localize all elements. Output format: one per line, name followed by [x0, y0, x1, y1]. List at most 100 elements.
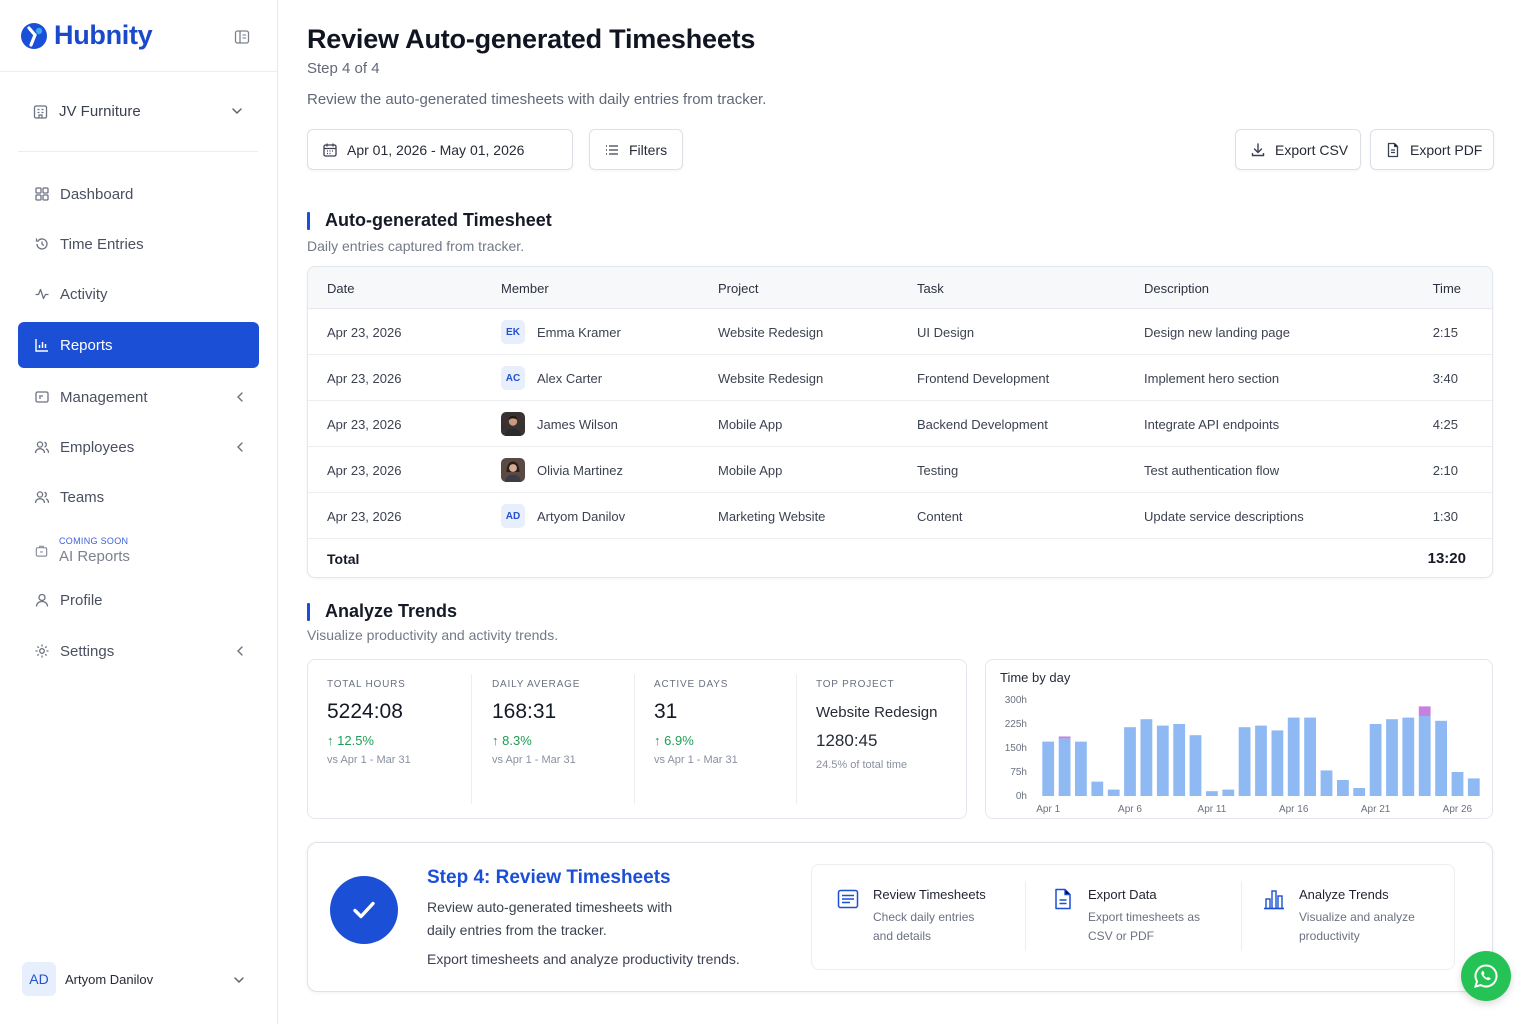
sidebar-item-profile[interactable]: Profile: [18, 577, 259, 623]
stat-caption: TOP PROJECT: [816, 679, 895, 690]
cell-member: Alex Carter: [537, 371, 603, 386]
cell-date: Apr 23, 2026: [327, 417, 402, 432]
chart-bar[interactable]: [1418, 716, 1431, 796]
sidebar-item-settings[interactable]: Settings: [18, 628, 259, 674]
cell-member: James Wilson: [537, 417, 618, 432]
chart-bar-segment[interactable]: [1418, 706, 1431, 716]
chart-bar[interactable]: [1451, 772, 1464, 796]
user-menu[interactable]: AD Artyom Danilov: [22, 962, 258, 996]
stat-delta-value: 12.5%: [337, 733, 374, 748]
chart-bar[interactable]: [1140, 719, 1153, 796]
export-pdf-button[interactable]: Export PDF: [1370, 129, 1494, 170]
chart-bar[interactable]: [1287, 717, 1300, 796]
sidebar-item-time-entries[interactable]: Time Entries: [18, 221, 259, 267]
chart-bar[interactable]: [1255, 725, 1267, 796]
sidebar-item-employees[interactable]: Employees: [18, 424, 259, 470]
chart-bar[interactable]: [1353, 788, 1366, 796]
whatsapp-support-button[interactable]: [1461, 951, 1511, 1001]
cell-time: 2:10: [1432, 463, 1458, 478]
step-summary-card: Step 4: Review Timesheets Review auto-ge…: [307, 842, 1493, 992]
user-icon: [35, 593, 49, 607]
sidebar-item-teams[interactable]: Teams: [18, 474, 259, 520]
chart-bar-segment[interactable]: [1058, 736, 1071, 739]
stat-delta: ↑ 12.5%: [327, 733, 411, 748]
feature-description: Export timesheets as: [1088, 910, 1201, 924]
chart-bar[interactable]: [1042, 741, 1055, 796]
chevron-down-icon: [234, 977, 244, 984]
chart-bar[interactable]: [1320, 770, 1333, 796]
filters-button[interactable]: Filters: [589, 129, 683, 170]
chart-bar[interactable]: [1402, 717, 1415, 796]
sidebar-item-management[interactable]: Management: [18, 374, 259, 420]
org-switcher[interactable]: JV Furniture: [18, 92, 258, 130]
sidebar-item-label: Settings: [60, 642, 115, 660]
chart-bar[interactable]: [1238, 727, 1251, 796]
sidebar-item-dashboard[interactable]: Dashboard: [18, 171, 259, 217]
stat-caption: DAILY AVERAGE: [492, 679, 581, 690]
brand-name: Hubnity: [54, 20, 153, 50]
chart-bar[interactable]: [1206, 791, 1218, 796]
collapse-sidebar-icon[interactable]: [234, 29, 250, 45]
chart-bar[interactable]: [1189, 735, 1202, 796]
check-icon: [353, 901, 375, 919]
stat-daily-average: DAILY AVERAGE 168:31 ↑ 8.3% vs Apr 1 - M…: [492, 674, 580, 804]
column-header-task[interactable]: Task: [917, 281, 944, 296]
chart-bar[interactable]: [1091, 781, 1104, 796]
sidebar-item-label: Reports: [60, 336, 113, 354]
sidebar-item-label: Dashboard: [60, 185, 134, 203]
column-header-description[interactable]: Description: [1144, 281, 1209, 296]
cell-description: Integrate API endpoints: [1144, 417, 1280, 432]
chart-bar[interactable]: [1386, 719, 1398, 796]
top-project-name: Website Redesign: [816, 704, 938, 721]
y-tick-label: 150h: [1005, 743, 1027, 754]
chart-bar[interactable]: [1467, 778, 1480, 796]
chart-bar[interactable]: [1304, 717, 1316, 796]
chart-bar[interactable]: [1222, 789, 1235, 796]
brand-logo[interactable]: Hubnity: [20, 20, 153, 51]
stat-delta: ↑ 8.3%: [492, 733, 580, 748]
sidebar-item-reports[interactable]: Reports: [18, 322, 259, 368]
chart-bar[interactable]: [1369, 724, 1382, 796]
column-header-member[interactable]: Member: [501, 281, 549, 296]
cell-date: Apr 23, 2026: [327, 463, 402, 478]
date-range-picker[interactable]: Apr 01, 2026 - May 01, 2026: [307, 129, 573, 170]
chart-bar[interactable]: [1435, 720, 1447, 796]
main-content: Review Auto-generated Timesheets Step 4 …: [278, 0, 1536, 1024]
cell-project: Marketing Website: [718, 509, 826, 524]
chart-bar[interactable]: [1107, 789, 1120, 796]
table-row[interactable]: Apr 23, 2026 Olivia Martinez Mobile App …: [308, 447, 1492, 493]
table-row[interactable]: Apr 23, 2026 James Wilson Mobile App Bac…: [308, 401, 1492, 447]
table-row[interactable]: Apr 23, 2026 AD Artyom Danilov Marketing…: [308, 493, 1492, 539]
avatar-photo: [501, 458, 525, 482]
stat-value: 31: [654, 700, 678, 723]
column-header-project[interactable]: Project: [718, 281, 758, 296]
sidebar-item-label: Time Entries: [60, 235, 144, 253]
chart-bar[interactable]: [1173, 724, 1186, 796]
chart-bar[interactable]: [1271, 730, 1284, 796]
sidebar-item-label: Teams: [60, 488, 105, 506]
chart-bar[interactable]: [1337, 780, 1349, 796]
chart-bar[interactable]: [1058, 738, 1071, 796]
chevron-left-icon: [237, 646, 243, 656]
table-row[interactable]: Apr 23, 2026 EK Emma Kramer Website Rede…: [308, 309, 1492, 355]
feature-title: Export Data: [1088, 887, 1157, 902]
column-header-time[interactable]: Time: [1433, 281, 1461, 296]
coming-soon-badge: COMING SOON: [59, 535, 129, 546]
feature-description: productivity: [1299, 929, 1360, 943]
table-row[interactable]: Apr 23, 2026 AC Alex Carter Website Rede…: [308, 355, 1492, 401]
building-icon: [33, 104, 48, 119]
chart-bar[interactable]: [1075, 741, 1087, 796]
cell-task: Content: [917, 509, 963, 524]
sidebar: Hubnity JV Furniture Dashboard Time Entr…: [0, 0, 278, 1024]
cell-time: 1:30: [1432, 509, 1458, 524]
sidebar-item-activity[interactable]: Activity: [18, 271, 259, 317]
cell-project: Mobile App: [718, 463, 783, 478]
avatar: AC: [501, 366, 525, 390]
chart-bar[interactable]: [1156, 725, 1169, 796]
export-csv-button[interactable]: Export CSV: [1235, 129, 1361, 170]
stat-delta-value: 6.9%: [664, 733, 694, 748]
chart-bar[interactable]: [1124, 727, 1136, 796]
team-icon: [34, 491, 50, 504]
list-icon: [837, 889, 859, 909]
column-header-date[interactable]: Date: [327, 281, 354, 296]
